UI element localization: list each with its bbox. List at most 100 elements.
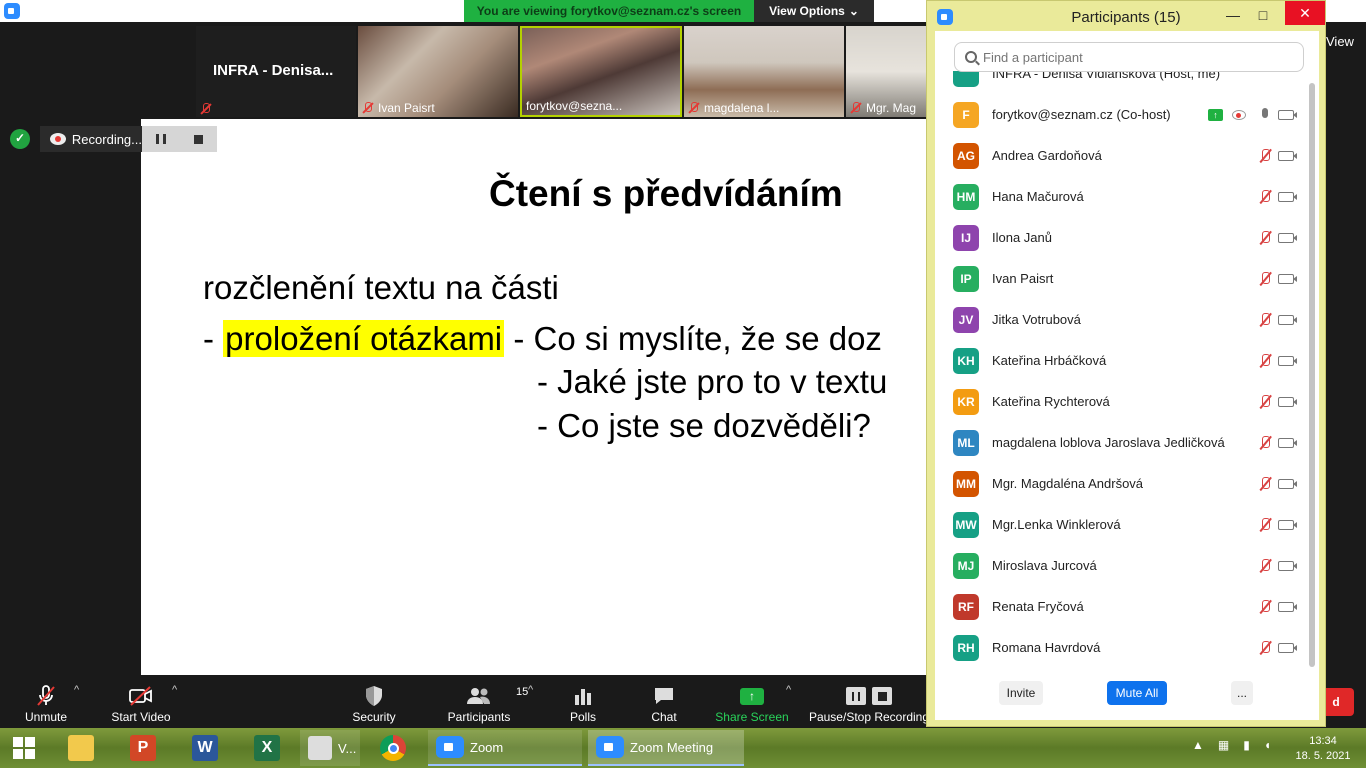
microphone-muted-icon[interactable] bbox=[1258, 312, 1272, 328]
participants-options-caret-icon[interactable]: ^ bbox=[528, 684, 533, 696]
camera-off-icon[interactable] bbox=[1278, 314, 1297, 325]
maximize-icon[interactable]: □ bbox=[1249, 5, 1277, 25]
microphone-muted-icon[interactable] bbox=[1258, 599, 1272, 615]
stop-recording-icon[interactable] bbox=[194, 134, 203, 144]
security-button[interactable]: Security bbox=[344, 680, 404, 724]
participant-row[interactable]: KR Kateřina Rychterová bbox=[935, 381, 1307, 422]
participant-row[interactable]: ML magdalena loblova Jaroslava Jedličková bbox=[935, 422, 1307, 463]
participant-row[interactable]: HM Hana Mačurová bbox=[935, 176, 1307, 217]
participant-row[interactable]: MJ Miroslava Jurcová bbox=[935, 545, 1307, 586]
microphone-muted-icon[interactable] bbox=[1258, 353, 1272, 369]
participant-row[interactable]: IJ Ilona Janů bbox=[935, 217, 1307, 258]
participant-name: forytkov@seznam.cz (Co-host) bbox=[992, 107, 1171, 122]
start-video-button[interactable]: Start Video bbox=[104, 680, 178, 724]
camera-off-icon[interactable] bbox=[1278, 437, 1297, 448]
slide-text: - Co si myslíte, že se doz bbox=[504, 320, 882, 357]
microphone-muted-icon[interactable] bbox=[1258, 394, 1272, 410]
participant-row[interactable]: MM Mgr. Magdaléna Andršová bbox=[935, 463, 1307, 504]
camera-off-icon[interactable] bbox=[1278, 191, 1297, 202]
microphone-muted-icon[interactable] bbox=[1258, 558, 1272, 574]
participant-row[interactable]: AG Andrea Gardoňová bbox=[935, 135, 1307, 176]
participant-name: magdalena loblova Jaroslava Jedličková bbox=[992, 435, 1225, 450]
close-icon[interactable]: ✕ bbox=[1285, 1, 1325, 25]
participants-footer: Invite Mute All ... bbox=[935, 681, 1319, 711]
windows-start-button[interactable] bbox=[0, 730, 48, 766]
polls-button[interactable]: Polls bbox=[560, 680, 606, 724]
microphone-icon[interactable] bbox=[1258, 107, 1272, 123]
search-box[interactable] bbox=[954, 42, 1304, 72]
pause-recording-icon[interactable] bbox=[156, 134, 166, 144]
avatar: KH bbox=[953, 347, 979, 374]
camera-off-icon[interactable] bbox=[1278, 478, 1297, 489]
participant-row[interactable]: JV Jitka Votrubová bbox=[935, 299, 1307, 340]
chrome-icon[interactable] bbox=[374, 730, 412, 766]
app-icon bbox=[308, 736, 332, 760]
security-label: Security bbox=[352, 710, 396, 724]
share-options-caret-icon[interactable]: ^ bbox=[786, 684, 791, 696]
participant-row[interactable]: KH Kateřina Hrbáčková bbox=[935, 340, 1307, 381]
microphone-muted-icon[interactable] bbox=[1258, 640, 1272, 656]
participant-row[interactable]: MW Mgr.Lenka Winklerová bbox=[935, 504, 1307, 545]
unmute-button[interactable]: Unmute bbox=[14, 680, 78, 724]
taskbar-app-vlc[interactable]: V... bbox=[300, 730, 360, 766]
participant-row[interactable]: IP Ivan Paisrt bbox=[935, 258, 1307, 299]
invite-button[interactable]: Invite bbox=[999, 681, 1043, 705]
scrollbar[interactable] bbox=[1309, 83, 1315, 667]
camera-off-icon[interactable] bbox=[1278, 109, 1297, 120]
powerpoint-icon[interactable]: P bbox=[124, 730, 162, 766]
video-tile[interactable]: Ivan Paisrt bbox=[358, 26, 518, 117]
participant-row[interactable]: RF Renata Fryčová bbox=[935, 586, 1307, 627]
microphone-muted-icon[interactable] bbox=[1258, 148, 1272, 164]
view-options-button[interactable]: View Options ⌄ bbox=[754, 0, 874, 22]
participant-row[interactable]: RH Romana Havrdová bbox=[935, 627, 1307, 661]
camera-off-icon[interactable] bbox=[1278, 560, 1297, 571]
video-tile[interactable]: INFRA - Denisa... bbox=[196, 26, 356, 117]
mute-all-button[interactable]: Mute All bbox=[1107, 681, 1167, 705]
encryption-shield-icon[interactable] bbox=[10, 129, 30, 149]
video-tile[interactable]: Mgr. Mag bbox=[846, 26, 928, 117]
microphone-muted-icon[interactable] bbox=[1258, 517, 1272, 533]
taskbar-app-zoom[interactable]: Zoom bbox=[428, 730, 582, 766]
camera-off-icon[interactable] bbox=[1278, 642, 1297, 653]
tray-chevron-up-icon[interactable]: ▲ bbox=[1192, 738, 1204, 752]
pause-stop-recording-button[interactable]: Pause/Stop Recording bbox=[808, 680, 930, 724]
stop-icon bbox=[872, 687, 892, 705]
taskbar-app-zoom-meeting[interactable]: Zoom Meeting bbox=[588, 730, 744, 766]
share-screen-button[interactable]: ↑ Share Screen bbox=[714, 680, 790, 724]
camera-off-icon[interactable] bbox=[1278, 519, 1297, 530]
network-icon[interactable]: ▦ bbox=[1218, 738, 1229, 752]
camera-off-icon[interactable] bbox=[1278, 232, 1297, 243]
video-tile[interactable]: magdalena l... bbox=[684, 26, 844, 117]
microphone-muted-icon[interactable] bbox=[1258, 230, 1272, 246]
microphone-muted-icon[interactable] bbox=[1258, 476, 1272, 492]
volume-icon[interactable]: ◖ bbox=[1264, 738, 1271, 752]
signal-icon[interactable]: ▮ bbox=[1243, 738, 1250, 752]
excel-icon[interactable]: X bbox=[248, 730, 286, 766]
camera-off-icon[interactable] bbox=[1278, 150, 1297, 161]
participant-row[interactable]: INFRA - Denisa Vidlanskova (Host, me) bbox=[935, 71, 1307, 94]
video-tile-active-speaker[interactable]: forytkov@sezna... bbox=[520, 26, 682, 117]
system-clock[interactable]: 13:34 18. 5. 2021 bbox=[1290, 734, 1356, 764]
word-icon[interactable]: W bbox=[186, 730, 224, 766]
participant-name: Kateřina Hrbáčková bbox=[992, 353, 1107, 368]
audio-options-caret-icon[interactable]: ^ bbox=[74, 684, 79, 696]
participant-row[interactable]: Fforytkov@seznam.cz (Co-host) ↑ bbox=[935, 94, 1307, 135]
clock-date: 18. 5. 2021 bbox=[1295, 750, 1351, 762]
slide-line: - proložení otázkami - Co si myslíte, že… bbox=[203, 320, 882, 358]
camera-off-icon[interactable] bbox=[1278, 601, 1297, 612]
microphone-muted-icon[interactable] bbox=[1258, 271, 1272, 287]
camera-off-icon[interactable] bbox=[1278, 273, 1297, 284]
participants-button[interactable]: 15 Participants bbox=[444, 680, 529, 724]
chat-button[interactable]: Chat bbox=[642, 680, 686, 724]
search-input[interactable] bbox=[983, 49, 1283, 65]
microphone-muted-icon[interactable] bbox=[1258, 189, 1272, 205]
file-explorer-icon[interactable] bbox=[62, 730, 100, 766]
microphone-muted-icon[interactable] bbox=[1258, 435, 1272, 451]
avatar: JV bbox=[953, 306, 979, 333]
camera-off-icon[interactable] bbox=[1278, 396, 1297, 407]
more-options-button[interactable]: ... bbox=[1231, 681, 1253, 705]
slide-title: Čtení s předvídáním bbox=[489, 173, 843, 214]
video-options-caret-icon[interactable]: ^ bbox=[172, 684, 177, 696]
camera-off-icon[interactable] bbox=[1278, 355, 1297, 366]
minimize-icon[interactable]: — bbox=[1219, 5, 1247, 25]
